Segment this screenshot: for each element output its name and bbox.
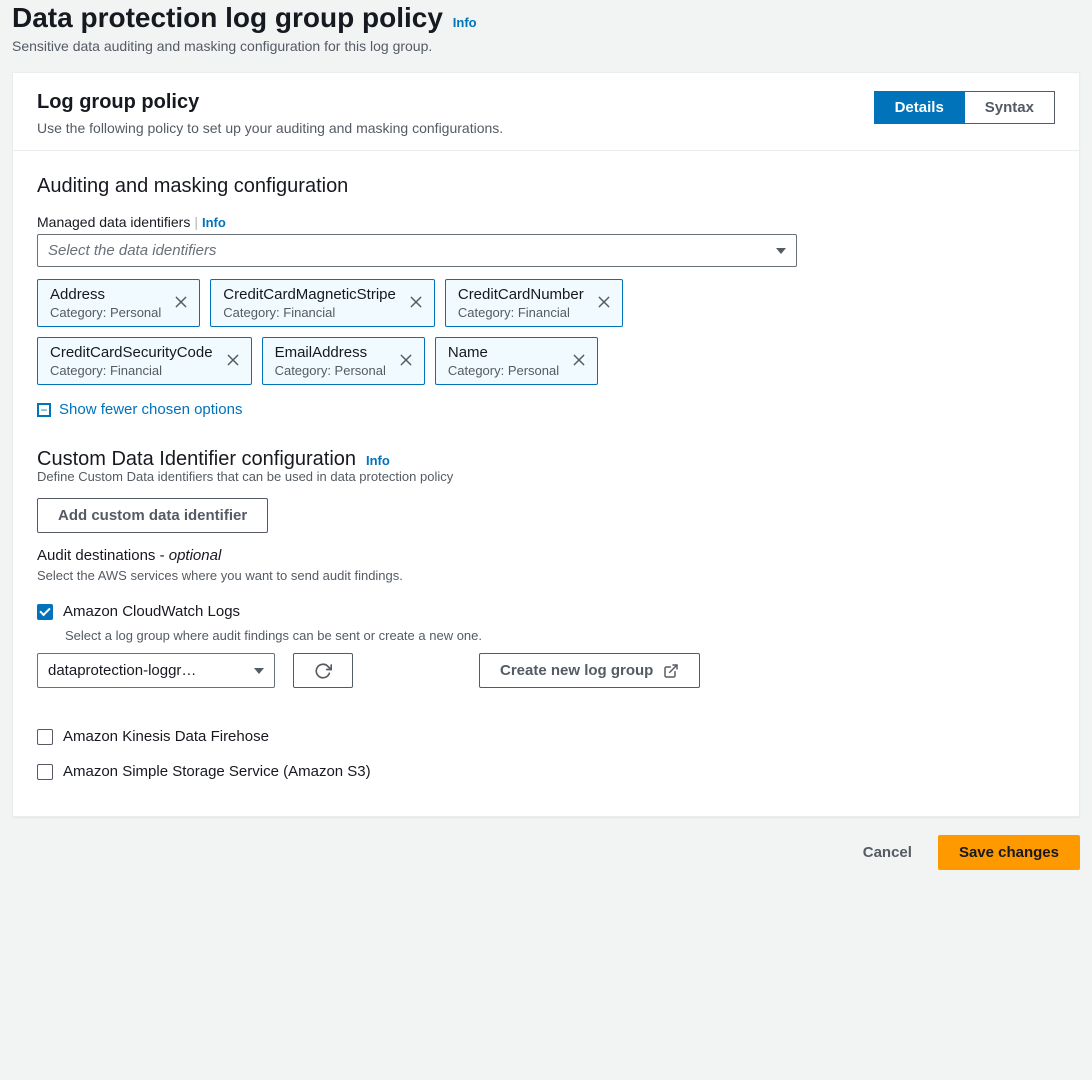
page-info-link[interactable]: Info [453, 15, 477, 30]
audit-destinations-label: Audit destinations - optional [37, 547, 1055, 564]
custom-identifier-heading: Custom Data Identifier configuration [37, 448, 356, 470]
token-name: Name [448, 344, 559, 361]
token-name: CreditCardMagneticStripe [223, 286, 396, 303]
panel-description: Use the following policy to set up your … [37, 120, 503, 136]
caret-down-icon [254, 668, 264, 674]
identifier-token: Address Category: Personal [37, 279, 200, 327]
token-category: Category: Personal [448, 363, 559, 378]
show-fewer-toggle[interactable]: − Show fewer chosen options [37, 401, 1055, 418]
cancel-button[interactable]: Cancel [851, 835, 924, 870]
kinesis-firehose-checkbox[interactable] [37, 729, 53, 745]
tab-syntax[interactable]: Syntax [965, 91, 1055, 124]
auditing-heading: Auditing and masking configuration [37, 175, 1055, 198]
cloudwatch-logs-description: Select a log group where audit findings … [65, 628, 1055, 643]
remove-token-button[interactable] [596, 294, 612, 313]
select-placeholder: Select the data identifiers [48, 242, 216, 259]
custom-identifier-info-link[interactable]: Info [366, 453, 390, 468]
external-link-icon [663, 663, 679, 679]
collapse-icon: − [37, 403, 51, 417]
add-custom-identifier-button[interactable]: Add custom data identifier [37, 498, 268, 533]
kinesis-firehose-label: Amazon Kinesis Data Firehose [63, 728, 269, 745]
identifier-token: EmailAddress Category: Personal [262, 337, 425, 385]
token-name: Address [50, 286, 161, 303]
cloudwatch-logs-checkbox[interactable] [37, 604, 53, 620]
token-name: CreditCardSecurityCode [50, 344, 213, 361]
s3-checkbox[interactable] [37, 764, 53, 780]
create-log-group-button[interactable]: Create new log group [479, 653, 700, 688]
caret-down-icon [776, 248, 786, 254]
managed-identifiers-info-link[interactable]: Info [202, 215, 226, 230]
tab-details[interactable]: Details [874, 91, 965, 124]
save-changes-button[interactable]: Save changes [938, 835, 1080, 870]
selected-identifiers: Address Category: Personal CreditCardMagne… [37, 279, 797, 385]
token-category: Category: Financial [458, 305, 584, 320]
remove-token-button[interactable] [173, 294, 189, 313]
remove-token-button[interactable] [225, 352, 241, 371]
identifier-token: CreditCardNumber Category: Financial [445, 279, 623, 327]
custom-identifier-description: Define Custom Data identifiers that can … [37, 469, 1055, 484]
token-name: EmailAddress [275, 344, 386, 361]
token-category: Category: Financial [223, 305, 396, 320]
page-title: Data protection log group policy [12, 2, 443, 33]
managed-identifiers-label: Managed data identifiers|Info [37, 214, 1055, 230]
managed-identifiers-select[interactable]: Select the data identifiers [37, 234, 797, 267]
refresh-button[interactable] [293, 653, 353, 688]
remove-token-button[interactable] [571, 352, 587, 371]
log-group-policy-panel: Log group policy Use the following polic… [12, 72, 1080, 817]
panel-title: Log group policy [37, 91, 503, 114]
remove-token-button[interactable] [398, 352, 414, 371]
token-category: Category: Financial [50, 363, 213, 378]
identifier-token: CreditCardSecurityCode Category: Financia… [37, 337, 252, 385]
identifier-token: CreditCardMagneticStripe Category: Financ… [210, 279, 435, 327]
token-category: Category: Personal [50, 305, 161, 320]
cloudwatch-logs-label: Amazon CloudWatch Logs [63, 603, 240, 620]
token-category: Category: Personal [275, 363, 386, 378]
token-name: CreditCardNumber [458, 286, 584, 303]
log-group-select[interactable]: dataprotection-loggr… [37, 653, 275, 688]
remove-token-button[interactable] [408, 294, 424, 313]
page-subtitle: Sensitive data auditing and masking conf… [12, 38, 1080, 54]
s3-label: Amazon Simple Storage Service (Amazon S3… [63, 763, 371, 780]
audit-destinations-description: Select the AWS services where you want t… [37, 568, 1055, 583]
view-toggle: Details Syntax [874, 91, 1055, 124]
identifier-token: Name Category: Personal [435, 337, 598, 385]
